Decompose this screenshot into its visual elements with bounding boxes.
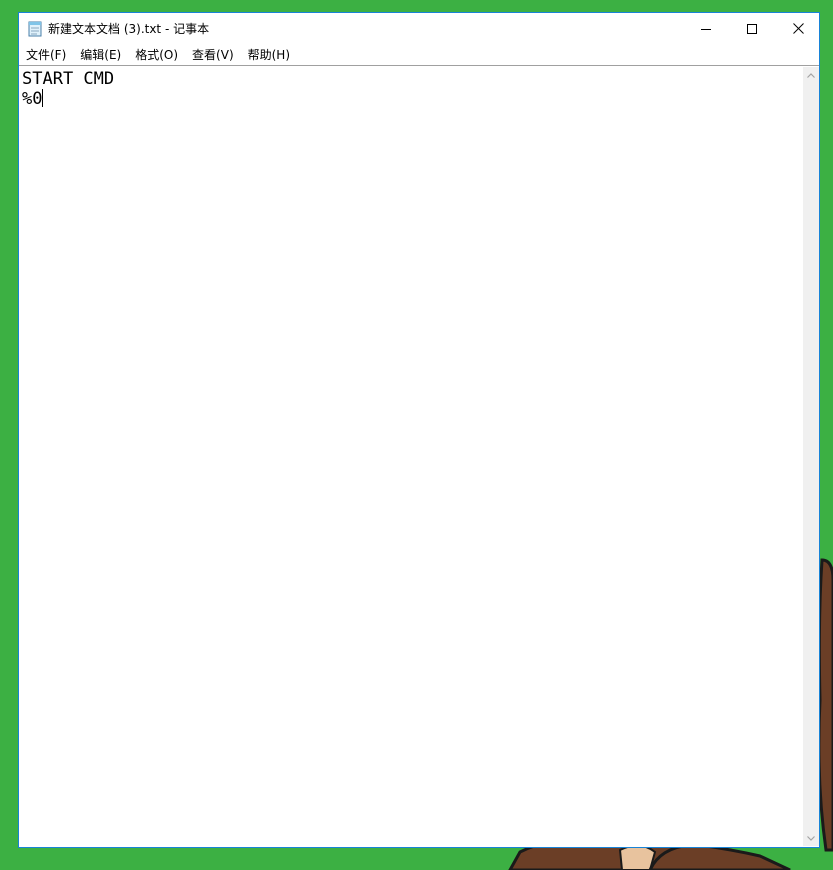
text-caret xyxy=(42,89,44,107)
menu-view[interactable]: 查看(V) xyxy=(185,45,241,65)
menu-file[interactable]: 文件(F) xyxy=(19,45,73,65)
menu-edit[interactable]: 编辑(E) xyxy=(73,45,128,65)
close-button[interactable] xyxy=(775,13,821,44)
close-icon xyxy=(792,23,804,34)
chevron-down-icon xyxy=(807,835,815,841)
notepad-window[interactable]: 新建文本文档 (3).txt - 记事本 文件(F) 编辑(E) 格式(O) 查… xyxy=(18,12,820,848)
minimize-icon xyxy=(701,28,711,30)
menu-help[interactable]: 帮助(H) xyxy=(241,45,297,65)
menu-bar: 文件(F) 编辑(E) 格式(O) 查看(V) 帮助(H) xyxy=(19,45,819,65)
menu-format[interactable]: 格式(O) xyxy=(128,45,185,65)
chevron-up-icon xyxy=(807,72,815,78)
title-bar[interactable]: 新建文本文档 (3).txt - 记事本 xyxy=(19,13,819,45)
minimize-button[interactable] xyxy=(683,13,729,44)
desktop: 新建文本文档 (3).txt - 记事本 文件(F) 编辑(E) 格式(O) 查… xyxy=(0,0,833,870)
maximize-icon xyxy=(747,23,757,34)
vertical-scrollbar[interactable] xyxy=(803,67,819,846)
notepad-icon xyxy=(28,21,42,37)
editor-frame: START CMD %0 xyxy=(19,65,819,847)
scroll-down-button[interactable] xyxy=(803,830,819,846)
editor-line-2: %0 xyxy=(22,89,43,109)
editor-line-1: START CMD xyxy=(22,69,115,89)
text-editor[interactable]: START CMD %0 xyxy=(21,67,803,845)
window-title: 新建文本文档 (3).txt - 记事本 xyxy=(48,22,210,36)
maximize-button[interactable] xyxy=(729,13,775,44)
scroll-up-button[interactable] xyxy=(803,67,819,83)
